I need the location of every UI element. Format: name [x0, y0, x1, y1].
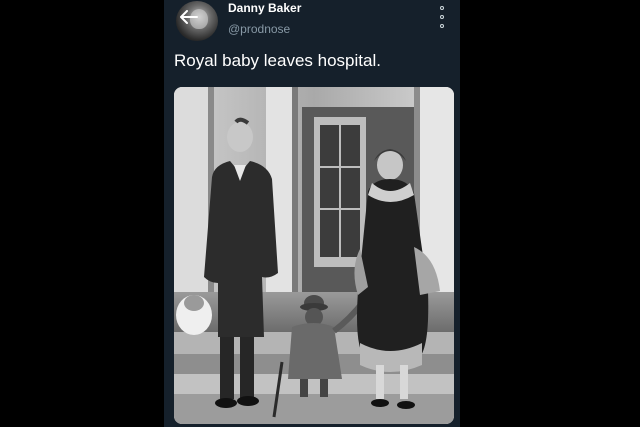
author-display-name[interactable]: Danny Baker	[228, 1, 301, 15]
tweet-text: Royal baby leaves hospital.	[174, 51, 381, 70]
back-button[interactable]	[178, 6, 200, 28]
more-options-button[interactable]	[436, 6, 448, 28]
arrow-left-icon	[180, 10, 198, 24]
photo-illustration	[174, 87, 454, 424]
more-options-icon-dot	[440, 15, 444, 19]
tweet-photo[interactable]	[174, 87, 454, 424]
more-options-icon-dot	[440, 24, 444, 28]
author-handle[interactable]: @prodnose	[228, 22, 290, 36]
more-options-icon	[440, 6, 444, 10]
